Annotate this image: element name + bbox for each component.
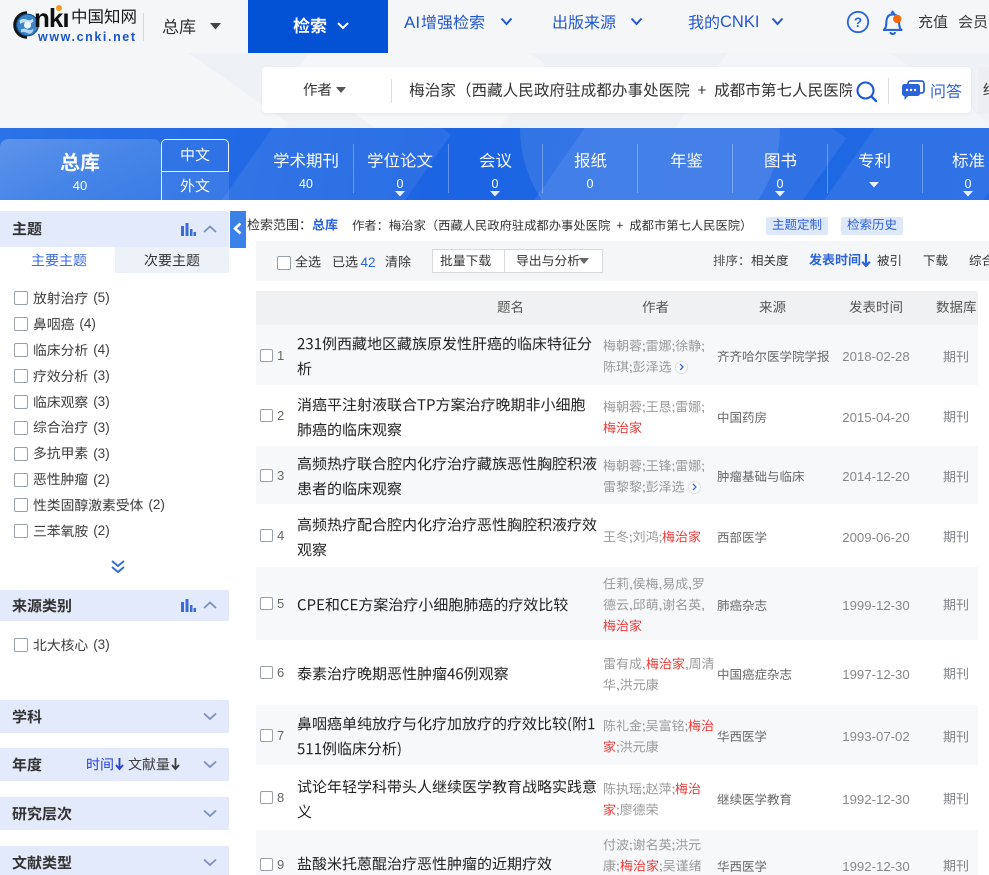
- svg-text:?: ?: [854, 15, 862, 30]
